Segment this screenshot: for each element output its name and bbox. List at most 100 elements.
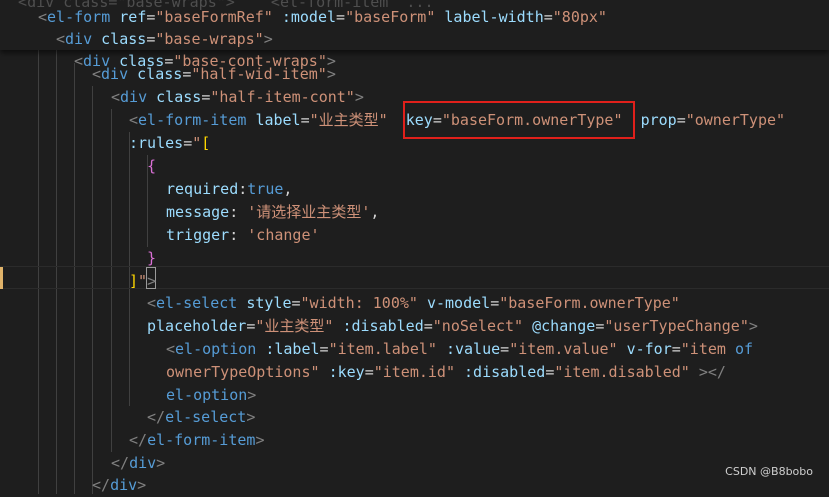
punctuation — [273, 8, 282, 26]
tag-name: div — [120, 88, 148, 106]
punctuation — [320, 363, 329, 381]
angle-bracket: < — [111, 88, 121, 106]
punctuation: = — [490, 294, 500, 312]
angle-bracket: > — [156, 454, 166, 472]
bracket: [ — [201, 134, 211, 152]
attribute-name: label — [255, 111, 301, 129]
punctuation — [110, 8, 119, 26]
string-value: "item.disabled" — [554, 363, 690, 381]
code-line[interactable]: } — [147, 247, 156, 270]
punctuation — [455, 363, 464, 381]
angle-bracket: < — [56, 30, 66, 48]
attribute-name: class — [156, 88, 202, 106]
tag-name: div — [110, 476, 138, 494]
string-value: "80px" — [552, 8, 607, 26]
attribute-name: v-model — [426, 294, 491, 312]
punctuation — [237, 294, 246, 312]
code-line[interactable]: <div class="base-wraps"> — [56, 28, 273, 51]
code-line[interactable]: el-option> — [166, 384, 256, 407]
string-value: "half-wid-item" — [191, 65, 327, 83]
punctuation: = — [543, 8, 553, 26]
code-line[interactable]: <div class="half-item-cont"> — [111, 86, 364, 109]
keyword: true — [247, 180, 284, 198]
string-value: 'change' — [247, 226, 320, 244]
string-value: " — [138, 272, 148, 290]
attribute-name: :value — [445, 340, 501, 358]
code-line[interactable]: trigger: 'change' — [166, 224, 320, 247]
code-line[interactable]: </el-form-item> — [129, 429, 264, 452]
tag-name: div — [101, 65, 129, 83]
sticky-scroll-header[interactable]: <div class="base-wraps"> <el-form-item .… — [0, 0, 829, 50]
attribute-name: style — [246, 294, 292, 312]
code-line[interactable]: ]"> — [129, 270, 156, 293]
attribute-name: label-width — [444, 8, 544, 26]
angle-bracket: > — [263, 30, 273, 48]
angle-bracket: > — [247, 386, 257, 404]
string-value: "baseFormRef" — [155, 8, 273, 26]
string-value: ownerTypeOptions" — [166, 363, 320, 381]
attribute-name: :label — [265, 340, 320, 358]
punctuation — [92, 30, 101, 48]
angle-bracket: < — [38, 8, 48, 26]
string-value: "userTypeChange" — [604, 317, 749, 335]
string-value: "item.label" — [328, 340, 437, 358]
code-line[interactable]: </el-select> — [147, 406, 255, 429]
code-line[interactable]: <div class="half-wid-item"> — [92, 63, 336, 86]
angle-bracket: > — [137, 476, 147, 494]
tag-name: div — [65, 30, 93, 48]
brace: } — [147, 249, 157, 267]
punctuation: = — [676, 111, 686, 129]
string-value: "ownerType" — [685, 111, 786, 129]
code-line[interactable]: <el-option :label="item.label" :value="i… — [166, 338, 753, 361]
code-line[interactable]: :rules="[ — [129, 132, 210, 155]
watermark: CSDN @B8bobo — [725, 465, 813, 478]
angle-bracket: > — [147, 272, 157, 290]
indent-guide — [92, 86, 93, 494]
tag-name: el-form — [47, 8, 111, 26]
code-line[interactable]: <el-select style="width: 100%" v-model="… — [147, 292, 680, 315]
code-editor[interactable]: <div class="base-wraps"> <el-form-item .… — [0, 0, 829, 494]
code-line[interactable]: ownerTypeOptions" :key="item.id" :disabl… — [166, 361, 726, 384]
angle-bracket: </ — [147, 408, 166, 426]
angle-bracket: ></ — [698, 363, 726, 381]
punctuation — [256, 340, 265, 358]
string-value: "业主类型" — [255, 317, 334, 335]
tag-name: el-form-item — [147, 431, 256, 449]
attribute-name: :rules — [129, 134, 184, 152]
code-line[interactable]: placeholder="业主类型" :disabled="noSelect" … — [147, 315, 758, 338]
string-value: "baseForm" — [345, 8, 436, 26]
string-value: "half-item-cont" — [210, 88, 355, 106]
code-line[interactable]: </div> — [111, 452, 165, 475]
string-value: "width: 100%" — [300, 294, 418, 312]
angle-bracket: < — [92, 65, 102, 83]
punctuation: = — [146, 30, 156, 48]
string-value: "item — [680, 340, 735, 358]
punctuation: = — [319, 340, 329, 358]
code-line[interactable]: message: '请选择业主类型', — [166, 201, 379, 224]
attribute-name: v-for — [626, 340, 672, 358]
string-value: "baseForm.ownerType" — [499, 294, 680, 312]
tag-name: el-form-item — [138, 111, 247, 129]
angle-bracket: > — [246, 408, 256, 426]
punctuation — [437, 340, 446, 358]
attribute-name: class — [101, 30, 147, 48]
string-value: "base-wraps" — [155, 30, 264, 48]
angle-bracket: < — [74, 52, 84, 70]
attribute-name: message — [166, 203, 230, 221]
punctuation: : — [238, 180, 248, 198]
punctuation: = — [291, 294, 301, 312]
attribute-name: trigger — [166, 226, 230, 244]
code-line[interactable]: required:true, — [166, 178, 292, 201]
punctuation: , — [370, 203, 380, 221]
attribute-name: prop — [640, 111, 677, 129]
code-line[interactable]: { — [147, 155, 156, 178]
code-line[interactable]: <el-form ref="baseFormRef" :model="baseF… — [38, 6, 607, 29]
attribute-name: class — [137, 65, 183, 83]
angle-bracket: < — [166, 340, 176, 358]
punctuation: = — [300, 111, 310, 129]
tag-name: el-select — [165, 408, 247, 426]
current-line-highlight — [0, 266, 829, 289]
punctuation — [128, 65, 137, 83]
string-value: "业主类型" — [309, 111, 388, 129]
string-value: "noSelect" — [432, 317, 524, 335]
